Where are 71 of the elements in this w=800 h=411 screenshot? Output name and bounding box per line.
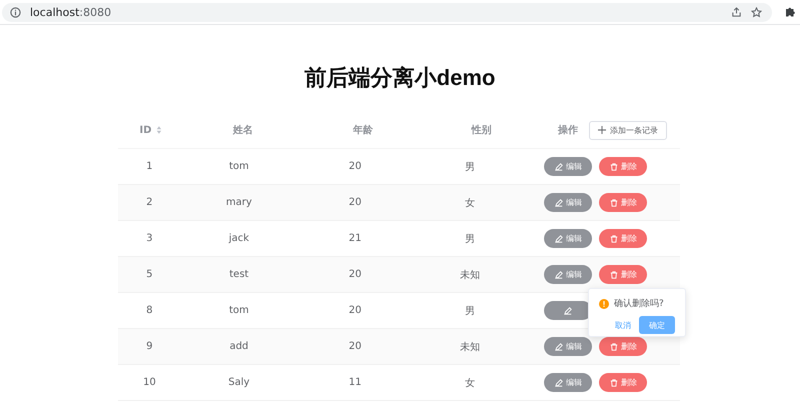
table-cell: 10 (143, 377, 156, 388)
table-cell-text: 男 (464, 232, 475, 246)
confirm-message: 确认删除吗? (614, 298, 664, 310)
trash-icon (610, 270, 618, 278)
table-cell: jack (228, 233, 250, 244)
table-cell: 20 (348, 305, 362, 316)
trash-icon (610, 378, 618, 386)
edit-button[interactable]: 编辑 (544, 229, 592, 248)
table-cell: mary (226, 197, 252, 208)
table-cell-text: 未知 (460, 268, 480, 282)
pencil-icon (564, 306, 572, 314)
share-icon[interactable] (731, 6, 742, 18)
delete-button[interactable]: 删除 (599, 157, 648, 176)
cancel-button[interactable]: 取消 (615, 320, 631, 330)
edit-button[interactable]: 编辑 (544, 373, 592, 392)
delete-button[interactable]: 删除 (599, 193, 648, 212)
delete-button[interactable]: 删除 (599, 373, 648, 392)
delete-button[interactable]: 删除 (599, 229, 648, 248)
trash-icon (610, 198, 618, 206)
table-cell-text: 女 (464, 196, 475, 210)
edit-button[interactable]: 编辑 (544, 337, 592, 356)
table-cell: 1 (146, 161, 153, 172)
pencil-icon (554, 234, 563, 242)
warning-icon (599, 298, 609, 308)
pencil-icon (554, 342, 563, 350)
table-cell: 21 (348, 233, 362, 244)
url-text: localhost:8080 (30, 6, 112, 18)
table-cell-text: 男 (464, 304, 475, 318)
edit-button[interactable]: 编辑 (544, 193, 592, 212)
table-cell: add (230, 341, 248, 352)
pencil-icon (554, 162, 563, 170)
table-cell: 20 (348, 269, 362, 280)
column-header: 性别 (472, 124, 492, 137)
column-header: 年龄 (353, 124, 373, 137)
table-cell: Saly (228, 377, 250, 388)
table-cell: 11 (348, 377, 362, 388)
puzzle-icon[interactable] (784, 6, 796, 18)
star-icon[interactable] (751, 6, 762, 18)
pencil-icon (554, 378, 563, 386)
table-cell-text: 女 (464, 376, 475, 390)
table-cell: 8 (146, 305, 153, 316)
delete-button[interactable]: 删除 (599, 337, 648, 356)
table-cell: 9 (146, 341, 153, 352)
table-cell: 20 (348, 197, 362, 208)
info-icon[interactable] (10, 6, 21, 18)
table-cell: 20 (348, 161, 362, 172)
table-cell: 3 (146, 233, 153, 244)
edit-button[interactable]: 编辑 (544, 265, 592, 284)
column-header: 姓名 (233, 124, 253, 137)
table-cell: 2 (146, 197, 153, 208)
pencil-icon (554, 198, 563, 206)
confirm-button[interactable]: 确定 (639, 316, 675, 334)
trash-icon (610, 342, 618, 350)
trash-icon (610, 234, 618, 242)
table-cell: tom (229, 305, 249, 316)
table-cell: 5 (146, 269, 153, 280)
table-cell: tom (229, 161, 249, 172)
column-header: 操作 (558, 124, 578, 137)
add-record-button[interactable]: 添加一条记录 (589, 120, 667, 140)
address-bar[interactable]: localhost:8080 (2, 2, 772, 22)
edit-button[interactable]: 编辑 (544, 157, 592, 176)
pencil-icon (554, 270, 563, 278)
page-title: 前后端分离小demo (304, 64, 496, 92)
plus-icon (598, 126, 606, 134)
table-cell: test (229, 269, 249, 280)
column-header[interactable]: ID (139, 124, 152, 136)
table-cell-text: 男 (464, 160, 475, 174)
table-cell: 20 (348, 341, 362, 352)
delete-button[interactable]: 删除 (599, 265, 648, 284)
table-cell-text: 未知 (460, 340, 480, 354)
trash-icon (610, 162, 618, 170)
